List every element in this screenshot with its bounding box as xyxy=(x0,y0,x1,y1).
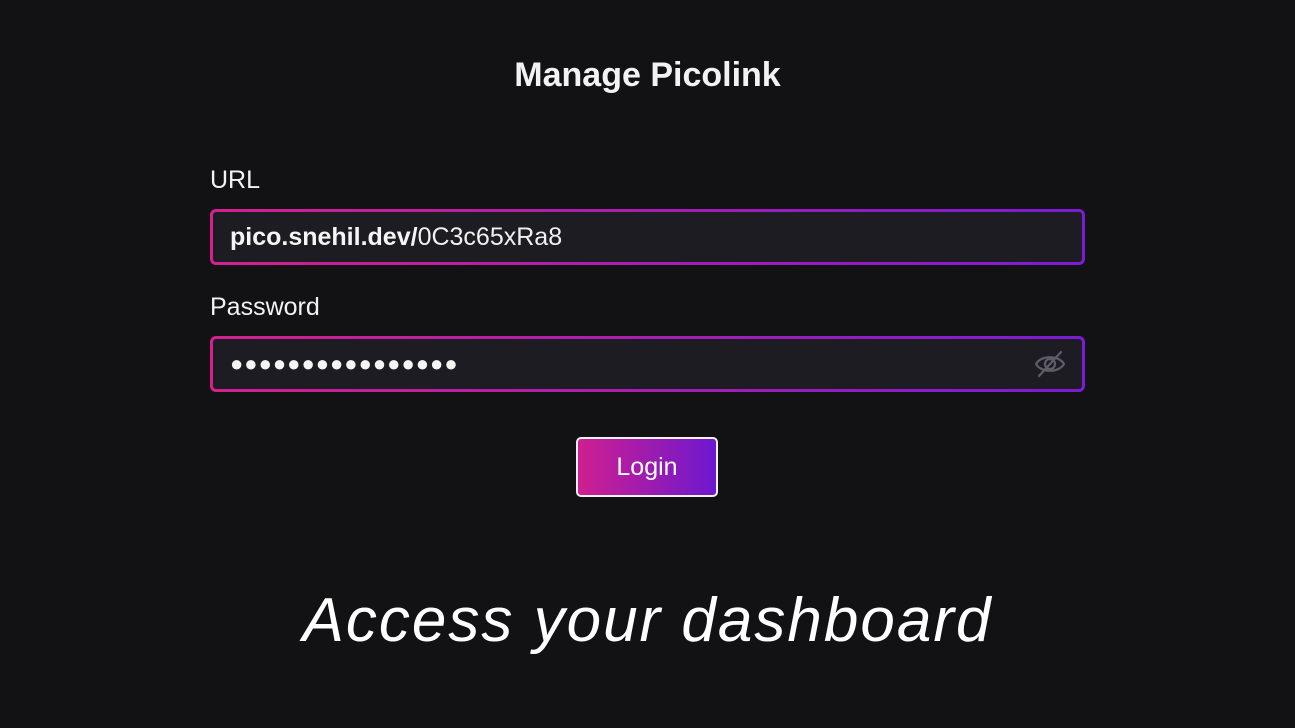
page-title: Manage Picolink xyxy=(514,56,781,94)
tagline: Access your dashboard xyxy=(302,586,993,655)
url-slug-value[interactable]: 0C3c65xRa8 xyxy=(418,223,563,252)
password-label: Password xyxy=(210,293,320,321)
eye-slash-icon[interactable] xyxy=(1033,347,1067,381)
password-field[interactable]: ●●●●●●●●●●●●●●●● xyxy=(210,336,1085,392)
url-label: URL xyxy=(210,166,261,194)
password-value[interactable]: ●●●●●●●●●●●●●●●● xyxy=(230,351,1033,377)
url-prefix: pico.snehil.dev/ xyxy=(230,222,418,251)
url-field[interactable]: pico.snehil.dev/0C3c65xRa8 xyxy=(210,209,1085,265)
login-button[interactable]: Login xyxy=(576,437,718,497)
eye-slash-svg xyxy=(1034,350,1066,378)
